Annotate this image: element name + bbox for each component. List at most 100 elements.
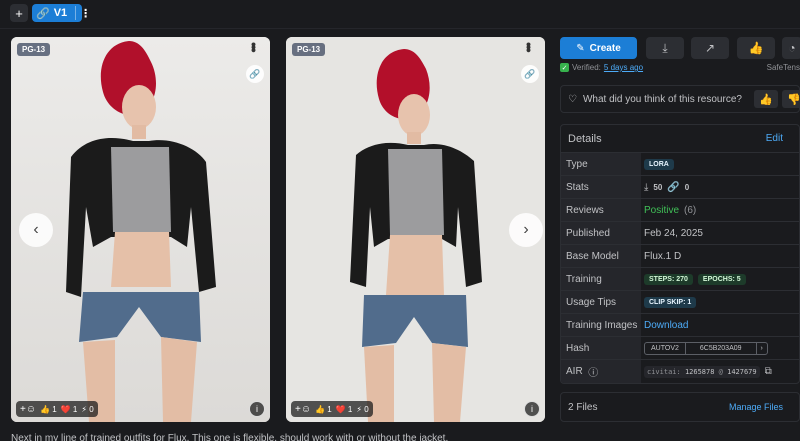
detail-row-stats: Stats ⤓ 50 🔗 0 <box>561 176 799 199</box>
detail-label: Type <box>561 153 641 175</box>
detail-row-reviews: Reviews Positive (6) <box>561 199 799 222</box>
link-icon: 🔗 <box>36 7 50 20</box>
version-label: V1 <box>53 7 68 19</box>
files-count: 2 Files <box>568 401 598 413</box>
laugh-count: 0 <box>89 404 94 414</box>
gallery-image-card-2[interactable]: PG-13 ••• 🔗 › +☺ 👍 1 ❤️ 1 ⚡ 0 i <box>286 37 545 422</box>
reactions-bar: +☺ 👍 1 ❤️ 1 ⚡ 0 <box>291 401 373 417</box>
info-icon[interactable]: i <box>249 401 265 417</box>
detail-label: Training Images <box>561 314 641 336</box>
details-header[interactable]: Details Edit <box>561 125 799 153</box>
feedback-question: What did you think of this resource? <box>582 93 742 105</box>
create-button[interactable]: ✎ Create <box>560 37 637 59</box>
details-panel: Details Edit Type LORA Stats ⤓ 50 🔗 0 Revi… <box>560 124 800 384</box>
copy-icon[interactable]: ⧉ <box>765 366 772 377</box>
like-count: 1 <box>52 404 57 414</box>
previous-image-button[interactable]: ‹ <box>19 213 53 247</box>
thumbs-down-icon: 👎 <box>787 93 800 106</box>
divider <box>75 6 77 20</box>
link-icon[interactable]: 🔗 <box>246 65 264 83</box>
bookmark-icon: ◔ <box>788 41 796 55</box>
add-reaction-icon[interactable]: +☺ <box>295 404 311 415</box>
brush-icon: ✎ <box>576 42 585 54</box>
verified-label: Verified: <box>572 63 601 72</box>
gallery-image-card-1[interactable]: PG-13 ••• 🔗 ‹ +☺ 👍 1 ❤️ 1 ⚡ 0 i <box>11 37 270 422</box>
chevron-right-icon[interactable]: › <box>757 343 767 354</box>
training-epochs-badge: EPOCHS: 5 <box>697 273 746 285</box>
next-image-button[interactable]: › <box>509 213 543 247</box>
air-label: AIR <box>566 366 583 377</box>
content-rating-badge: PG-13 <box>17 43 51 56</box>
detail-row-air: AIR ⓘ civitai: 1265878 @ 1427679 ⧉ <box>561 360 799 383</box>
detail-label: Usage Tips <box>561 291 641 313</box>
resource-description: Next in my line of trained outfits for F… <box>11 433 449 441</box>
air-model-id: 1265878 <box>684 367 715 376</box>
clip-skip-badge: CLIP SKIP: 1 <box>644 296 697 308</box>
version-tab-v1[interactable]: 🔗 V1 ⋮ <box>32 4 91 22</box>
share-icon: ↗ <box>704 41 716 55</box>
like-reaction[interactable]: 👍 1 <box>315 405 332 414</box>
hash-value[interactable]: 6C5B203A09 <box>686 342 757 354</box>
hash-type[interactable]: AUTOV2 <box>645 342 686 354</box>
heart-count: 1 <box>72 404 78 414</box>
chevron-left-icon: ‹ <box>33 221 39 238</box>
download-count: 50 <box>653 182 663 192</box>
reactions-bar: +☺ 👍 1 ❤️ 1 ⚡ 0 <box>16 401 98 417</box>
edit-details-link[interactable]: Edit <box>766 133 783 144</box>
detail-row-published: Published Feb 24, 2025 <box>561 222 799 245</box>
file-format-label: SafeTens <box>766 63 800 72</box>
detail-label: AIR ⓘ <box>561 360 641 383</box>
heart-count: 1 <box>347 404 353 414</box>
shield-check-icon: ✓ <box>560 63 569 72</box>
laugh-reaction[interactable]: ⚡ 0 <box>81 405 93 414</box>
info-icon[interactable]: i <box>524 401 540 417</box>
training-steps-badge: STEPS: 270 <box>644 273 693 285</box>
air-identifier[interactable]: civitai: 1265878 @ 1427679 <box>644 365 760 378</box>
add-reaction-icon[interactable]: +☺ <box>20 404 36 415</box>
detail-row-usage-tips: Usage Tips CLIP SKIP: 1 <box>561 291 799 314</box>
download-button[interactable]: ⤓ <box>646 37 684 59</box>
resource-feedback: ♡ What did you think of this resource? 👍… <box>560 85 800 113</box>
like-button[interactable]: 👍 <box>737 37 775 59</box>
link-count: 0 <box>684 182 690 192</box>
training-images-download-link[interactable]: Download <box>644 320 688 331</box>
verified-date-link[interactable]: 5 days ago <box>604 63 643 72</box>
bookmark-button[interactable]: ◔ <box>782 37 800 59</box>
more-options-icon[interactable]: ••• <box>521 42 537 51</box>
detail-row-hash: Hash AUTOV2 6C5B203A09 › <box>561 337 799 360</box>
detail-label: Training <box>561 268 641 290</box>
air-version-id: 1427679 <box>727 367 757 376</box>
verified-status: ✓ Verified: 5 days ago <box>560 63 643 72</box>
detail-label: Published <box>561 222 641 244</box>
link-icon[interactable]: 🔗 <box>521 65 539 83</box>
laugh-count: 0 <box>364 404 369 414</box>
detail-label: Hash <box>561 337 641 359</box>
files-panel[interactable]: 2 Files Manage Files <box>560 392 800 422</box>
hash-selector[interactable]: AUTOV2 6C5B203A09 › <box>644 341 768 355</box>
more-icon[interactable]: ⋮ <box>80 7 91 20</box>
feedback-thumbs-up-button[interactable]: 👍 <box>754 90 778 108</box>
reviews-count: (6) <box>684 204 697 216</box>
plus-icon: + <box>15 5 23 21</box>
air-separator: @ <box>718 367 723 376</box>
thumbs-up-icon: 👍 <box>759 93 773 106</box>
info-icon[interactable]: ⓘ <box>588 364 598 379</box>
reviews-link[interactable]: Positive <box>644 205 679 216</box>
detail-row-type: Type LORA <box>561 153 799 176</box>
thumbs-up-icon: 👍 <box>748 41 764 55</box>
heart-reaction[interactable]: ❤️ 1 <box>336 405 353 414</box>
add-version-button[interactable]: + <box>10 4 28 22</box>
create-label: Create <box>589 42 621 54</box>
divider <box>0 28 800 29</box>
model-photo <box>286 37 545 422</box>
more-options-icon[interactable]: ••• <box>246 42 262 51</box>
detail-row-training-images: Training Images Download <box>561 314 799 337</box>
like-reaction[interactable]: 👍 1 <box>40 405 57 414</box>
manage-files-link[interactable]: Manage Files <box>729 402 783 412</box>
detail-label: Reviews <box>561 199 641 221</box>
feedback-thumbs-down-button[interactable]: 👎 <box>782 90 800 108</box>
download-icon: ⤓ <box>662 40 668 55</box>
heart-reaction[interactable]: ❤️ 1 <box>61 405 78 414</box>
share-button[interactable]: ↗ <box>691 37 729 59</box>
laugh-reaction[interactable]: ⚡ 0 <box>356 405 368 414</box>
